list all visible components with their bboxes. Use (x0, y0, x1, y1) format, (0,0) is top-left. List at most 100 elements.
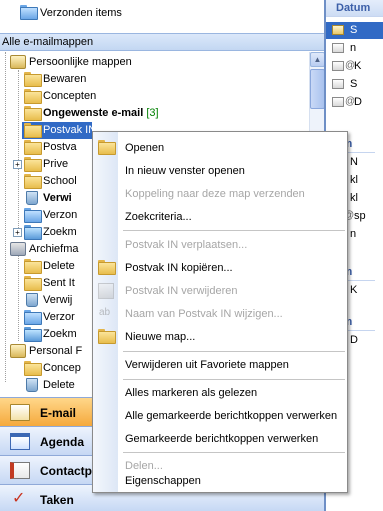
tree-item-archive-zoekm[interactable]: Zoekm (0, 326, 92, 343)
nav-button-label: Agenda (40, 435, 85, 449)
sent-folder-icon (24, 310, 42, 325)
tree-item-concepten[interactable]: Concepten (0, 88, 305, 105)
envelope-icon (332, 43, 344, 53)
tree-item-personal-f[interactable]: Personal F (0, 343, 92, 360)
folder-label: Archiefma (29, 243, 79, 255)
menu-item-search-criteria[interactable]: Zoekcriteria... (93, 206, 347, 228)
folder-icon (24, 361, 42, 376)
tree-item-search-folders[interactable]: + Zoekm (0, 224, 92, 241)
copy-folder-icon (98, 260, 116, 276)
sent-items-icon (20, 5, 38, 20)
tree-item-archive-verzon[interactable]: Verzor (0, 309, 92, 326)
folder-context-menu: Openen In nieuw venster openen Koppeling… (92, 131, 348, 493)
menu-item-mark-all-read[interactable]: Alles markeren als gelezen (93, 382, 347, 404)
expand-icon[interactable]: + (13, 228, 22, 237)
unread-count: [3] (146, 107, 159, 119)
tree-item-outbox[interactable]: Postva (0, 139, 92, 156)
menu-item-process-all-headers[interactable]: Alle gemarkeerde berichtkoppen verwerken (93, 405, 347, 427)
contacts-icon (10, 462, 30, 479)
menu-item-delete: Postvak IN verwijderen (93, 280, 347, 302)
tree-item-prive[interactable]: + Prive (0, 156, 92, 173)
favorite-folder-sent-items[interactable]: Verzonden items (0, 0, 324, 26)
folder-icon (24, 276, 42, 291)
folder-label: Persoonlijke mappen (29, 56, 132, 68)
expand-icon[interactable]: + (13, 160, 22, 169)
tree-item-archive[interactable]: Archiefma (0, 241, 92, 258)
menu-item-label: In nieuw venster openen (125, 165, 245, 177)
message-row[interactable]: @ K (326, 58, 383, 75)
folder-label: Delete (43, 260, 75, 272)
inbox-folder-icon (24, 123, 42, 138)
sent-folder-icon (24, 208, 42, 223)
tree-item-inbox[interactable]: Postvak IN (22, 122, 96, 139)
personal-folders-icon (10, 344, 26, 358)
folder-label: Zoekm (43, 226, 77, 238)
tasks-icon (10, 488, 30, 509)
message-text: S (350, 78, 358, 90)
menu-item-label: Eigenschappen (125, 475, 201, 487)
column-header-date[interactable]: Datum (326, 0, 383, 17)
scroll-thumb[interactable] (310, 69, 324, 109)
tree-item-school[interactable]: School (0, 173, 92, 190)
nav-button-label: E-mail (40, 406, 77, 420)
menu-item-rename: ab Naam van Postvak IN wijzigen... (93, 303, 347, 325)
menu-separator (123, 379, 345, 380)
message-text: kl (350, 174, 358, 186)
tree-item-bewaren[interactable]: Bewaren (0, 71, 305, 88)
message-row[interactable]: @ D (326, 94, 383, 111)
trash-icon (26, 293, 38, 307)
drafts-folder-icon (24, 89, 42, 104)
message-row[interactable]: S (326, 22, 383, 39)
tree-item-junk-email[interactable]: Ongewenste e-mail [3] (0, 105, 305, 122)
tree-item-p-concepten[interactable]: Concep (0, 360, 92, 377)
all-mail-folders-header[interactable]: Alle e-mailmappen (0, 33, 324, 51)
folder-icon (24, 174, 42, 189)
menu-item-label: Verwijderen uit Favoriete mappen (125, 359, 289, 371)
trash-icon (26, 191, 38, 205)
folder-label: Sent It (43, 277, 75, 289)
menu-item-send-link: Koppeling naar deze map verzenden (93, 183, 347, 205)
menu-item-process-marked-headers[interactable]: Gemarkeerde berichtkoppen verwerken (93, 428, 347, 450)
folder-label: Concepten (43, 90, 97, 102)
scroll-up-icon[interactable]: ▲ (310, 52, 324, 67)
menu-item-label: Alle gemarkeerde berichtkoppen verwerken (125, 410, 338, 422)
folder-label: Postvak IN (43, 124, 97, 136)
menu-item-open-new-window[interactable]: In nieuw venster openen (93, 160, 347, 182)
menu-item-copy[interactable]: Postvak IN kopiëren... (93, 257, 347, 279)
folder-label: Verzon (43, 209, 78, 221)
message-text: K (350, 284, 358, 296)
menu-item-properties[interactable]: Eigenschappen (93, 472, 347, 492)
new-folder-icon (98, 329, 116, 345)
mail-icon (10, 404, 30, 421)
menu-item-label: Openen (125, 142, 165, 154)
rename-icon: ab (99, 307, 111, 318)
folder-label: Zoekm (43, 328, 77, 340)
envelope-icon (332, 97, 344, 107)
menu-item-label: Naam van Postvak IN wijzigen... (125, 308, 283, 320)
menu-item-label: Delen... (125, 460, 163, 472)
message-row[interactable]: n (326, 40, 383, 57)
tree-item-archive-deleted[interactable]: Delete (0, 258, 92, 275)
envelope-icon (332, 25, 344, 35)
folder-label: Verwi (43, 192, 72, 204)
tree-item-archive-verwij[interactable]: Verwij (0, 292, 92, 309)
tree-item-deleted-items[interactable]: Verwi (0, 190, 92, 207)
menu-item-label: Koppeling naar deze map verzenden (125, 188, 305, 200)
folder-label: Prive (43, 158, 69, 170)
folder-label: Ongewenste e-mail [3] (43, 107, 159, 119)
menu-item-label: Postvak IN kopiëren... (125, 262, 233, 274)
menu-item-move: Postvak IN verplaatsen... (93, 234, 347, 256)
tree-item-sent[interactable]: Verzon (0, 207, 92, 224)
folder-label: Delete (43, 379, 75, 391)
folder-label: Bewaren (43, 73, 87, 85)
message-row[interactable]: S (326, 76, 383, 93)
tree-item-personal-folders[interactable]: Persoonlijke mappen (0, 54, 305, 71)
menu-separator (123, 230, 345, 231)
menu-item-label: Alles markeren als gelezen (125, 387, 258, 399)
delete-icon (98, 283, 114, 299)
menu-item-open[interactable]: Openen (93, 137, 347, 159)
tree-item-p-deleted[interactable]: Delete (0, 377, 92, 394)
menu-item-new-folder[interactable]: Nieuwe map... (93, 326, 347, 348)
tree-item-archive-sent[interactable]: Sent It (0, 275, 92, 292)
menu-item-remove-favorite[interactable]: Verwijderen uit Favoriete mappen (93, 354, 347, 376)
